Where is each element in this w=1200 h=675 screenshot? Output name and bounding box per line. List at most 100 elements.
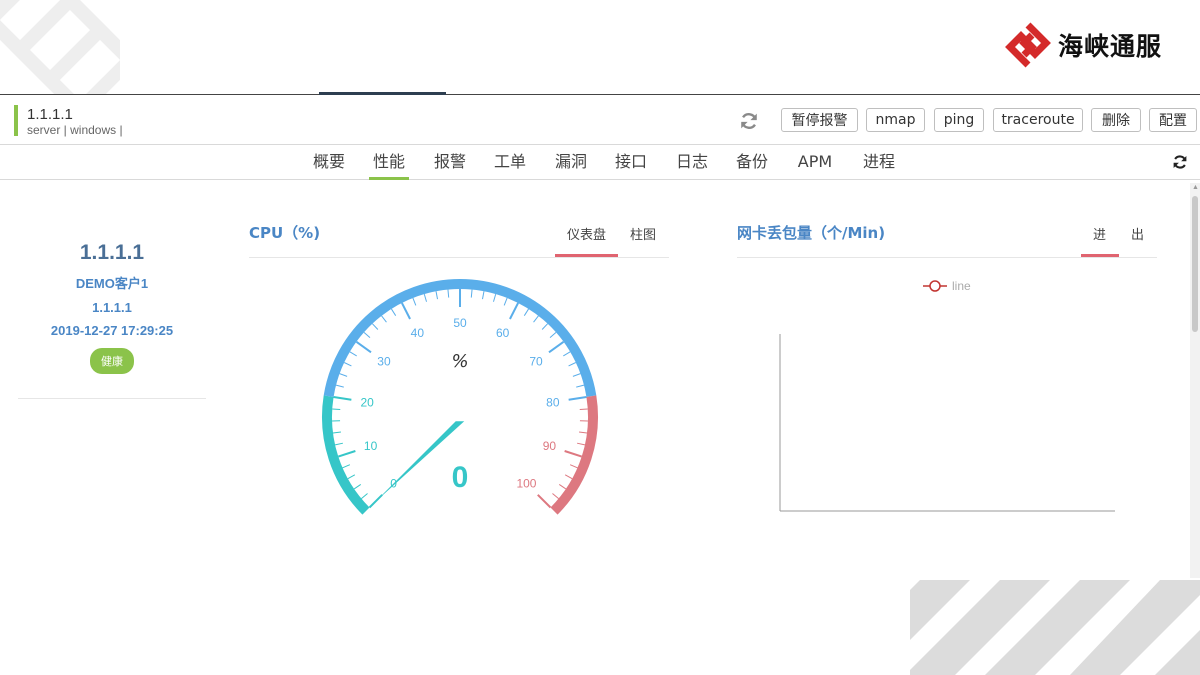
status-badge: 健康 — [90, 348, 134, 374]
gauge-tick — [576, 384, 585, 388]
gauge-tick-label: 80 — [546, 395, 560, 409]
refresh-icon[interactable] — [738, 110, 760, 132]
tab-tickets[interactable]: 工单 — [492, 145, 528, 179]
gauge-tick — [537, 494, 552, 509]
gauge-tick — [548, 340, 565, 354]
gauge-tick — [381, 315, 387, 323]
nmap-button[interactable]: nmap — [866, 108, 925, 132]
legend-label: line — [952, 279, 971, 293]
gauge-tick — [568, 362, 577, 367]
info-ip-secondary: 1.1.1.1 — [92, 300, 132, 315]
gauge-tick — [355, 340, 372, 354]
gauge-tick — [349, 351, 357, 357]
gauge-tick — [552, 493, 559, 499]
gauge-tick — [372, 323, 379, 330]
device-accent-bar — [14, 105, 18, 136]
gauge-tick — [569, 464, 578, 469]
tab-alarms[interactable]: 报警 — [432, 145, 468, 179]
gauge-tick — [558, 484, 567, 490]
gauge-tick — [337, 450, 356, 458]
gauge-tick-label: 20 — [360, 395, 374, 409]
gauge-tick — [412, 297, 417, 306]
gauge-tick — [523, 308, 530, 316]
gauge-tick — [342, 464, 351, 469]
gauge-tick — [470, 289, 473, 298]
traceroute-button[interactable]: traceroute — [993, 108, 1083, 132]
net-panel-title: 网卡丢包量（个/Min) — [737, 224, 886, 242]
info-divider — [18, 398, 206, 399]
tab-gauge[interactable]: 仪表盘 — [567, 224, 606, 243]
gauge-tick-label: 70 — [529, 355, 543, 369]
info-time: 2019-12-27 17:29:25 — [50, 323, 174, 338]
gauge-tick — [509, 302, 520, 320]
header-divider — [0, 94, 1200, 95]
cpu-gauge: 0102030405060708090100%0 — [322, 279, 598, 515]
delete-button[interactable]: 删除 — [1091, 108, 1141, 132]
tab-backup[interactable]: 备份 — [734, 145, 770, 179]
top-tab-indicator — [319, 92, 446, 95]
gauge-tick — [339, 373, 348, 377]
gauge-tick — [334, 442, 343, 446]
gauge-tick — [503, 297, 508, 306]
cpu-panel-title: CPU（%) — [249, 224, 321, 242]
info-customer: DEMO客户1 — [75, 276, 149, 291]
gauge-tick — [435, 291, 439, 300]
config-button[interactable]: 配置 — [1149, 108, 1197, 132]
gauge-tick — [563, 351, 571, 357]
brand-mark-icon — [1005, 22, 1051, 68]
gauge-value: 0 — [452, 461, 469, 494]
gauge-tick — [572, 373, 581, 377]
tab-apm[interactable]: APM — [795, 145, 835, 179]
device-header: 1.1.1.1 server | windows | 暂停报警 nmap pin… — [0, 96, 1200, 145]
gauge-tick — [447, 289, 450, 298]
gauge-needle — [373, 421, 465, 504]
gauge-tick — [332, 408, 341, 410]
tab-overview[interactable]: 概要 — [311, 145, 347, 179]
decorative-pattern-top-left — [0, 0, 120, 95]
gauge-tick — [579, 408, 588, 410]
gauge-tick-label: 10 — [364, 439, 378, 453]
gauge-tick — [423, 293, 428, 302]
tab-logs[interactable]: 日志 — [674, 145, 710, 179]
gauge-tick — [353, 484, 362, 490]
gauge-tick — [361, 493, 368, 499]
info-ip: 1.1.1.1 — [79, 241, 145, 264]
gauge-tick-label: 50 — [453, 316, 467, 330]
tab-bar-chart[interactable]: 柱图 — [630, 224, 656, 243]
ping-button[interactable]: ping — [934, 108, 984, 132]
tab-performance[interactable]: 性能 — [369, 145, 409, 180]
cpu-panel-divider — [249, 257, 669, 258]
gauge-tick — [332, 431, 342, 434]
tab-vulnerabilities[interactable]: 漏洞 — [553, 145, 589, 179]
device-nav: 概要 性能 报警 工单 漏洞 接口 日志 备份 APM 进程 — [0, 145, 1200, 180]
tab-out[interactable]: 出 — [1131, 224, 1144, 243]
gauge-tick-label: 40 — [411, 326, 425, 340]
gauge-tick — [492, 293, 497, 302]
gauge-tick — [578, 431, 588, 434]
net-tab-indicator — [1081, 254, 1119, 257]
gauge-tick-label: 100 — [516, 476, 536, 490]
tab-interfaces[interactable]: 接口 — [613, 145, 649, 179]
brand-logo: 海峡通服 — [1004, 20, 1162, 70]
device-ip: 1.1.1.1 — [27, 106, 73, 123]
gauge-tick — [390, 308, 397, 316]
gauge-tick — [363, 331, 371, 339]
device-meta: server | windows | — [27, 123, 123, 137]
pause-alarm-button[interactable]: 暂停报警 — [781, 108, 858, 132]
scroll-up-icon[interactable]: ▲ — [1192, 184, 1199, 191]
gauge-tick — [481, 291, 485, 300]
nav-refresh-icon[interactable] — [1171, 153, 1189, 171]
tab-in[interactable]: 进 — [1093, 224, 1106, 243]
gauge-tick — [564, 450, 583, 458]
gauge-tick — [343, 362, 352, 367]
gauge-tick — [564, 474, 573, 480]
gauge-tick — [333, 395, 352, 401]
tab-processes[interactable]: 进程 — [861, 145, 897, 179]
device-info-card: 1.1.1.1 DEMO客户1 1.1.1.1 2019-12-27 17:29… — [18, 238, 206, 374]
gauge-tick-label: 60 — [496, 326, 510, 340]
cpu-tab-indicator — [555, 254, 618, 257]
scrollbar-thumb[interactable] — [1192, 196, 1198, 332]
gauge-unit: % — [451, 351, 468, 372]
gauge-tick — [549, 331, 557, 339]
gauge-tick — [541, 323, 548, 330]
